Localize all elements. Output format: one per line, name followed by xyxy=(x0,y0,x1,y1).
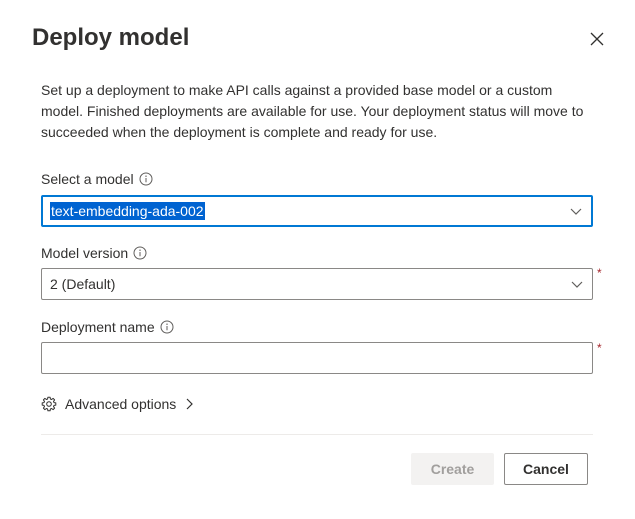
close-icon xyxy=(590,32,604,46)
chevron-down-icon xyxy=(569,204,583,218)
info-icon[interactable] xyxy=(133,246,147,260)
deployment-name-label: Deployment name xyxy=(41,319,174,335)
model-version-select-value: 2 (Default) xyxy=(50,276,116,292)
dialog-title: Deploy model xyxy=(32,24,190,51)
info-icon[interactable] xyxy=(139,172,153,186)
footer-divider xyxy=(41,434,593,435)
create-button[interactable]: Create xyxy=(411,453,494,485)
deployment-name-input[interactable] xyxy=(41,342,593,374)
required-indicator: * xyxy=(597,341,602,355)
deployment-name-label-text: Deployment name xyxy=(41,319,155,335)
model-version-label: Model version xyxy=(41,245,147,261)
model-select[interactable]: text-embedding-ada-002 xyxy=(41,195,593,227)
gear-icon xyxy=(41,396,57,412)
required-indicator: * xyxy=(597,266,602,280)
close-button[interactable] xyxy=(585,27,609,51)
model-select-selected-text: text-embedding-ada-002 xyxy=(50,202,205,220)
chevron-down-icon xyxy=(570,277,584,291)
chevron-right-icon xyxy=(184,397,196,411)
select-model-label: Select a model xyxy=(41,171,153,187)
dialog-description: Set up a deployment to make API calls ag… xyxy=(41,82,584,140)
model-version-select[interactable]: 2 (Default) xyxy=(41,268,593,300)
advanced-options-label: Advanced options xyxy=(65,396,177,412)
select-model-label-text: Select a model xyxy=(41,171,134,187)
model-select-value: text-embedding-ada-002 xyxy=(50,202,205,220)
info-icon[interactable] xyxy=(160,320,174,334)
deploy-model-dialog: Deploy model Set up a deployment to make… xyxy=(0,0,635,519)
advanced-options-toggle[interactable]: Advanced options xyxy=(41,396,196,412)
cancel-button[interactable]: Cancel xyxy=(504,453,588,485)
model-version-label-text: Model version xyxy=(41,245,129,261)
